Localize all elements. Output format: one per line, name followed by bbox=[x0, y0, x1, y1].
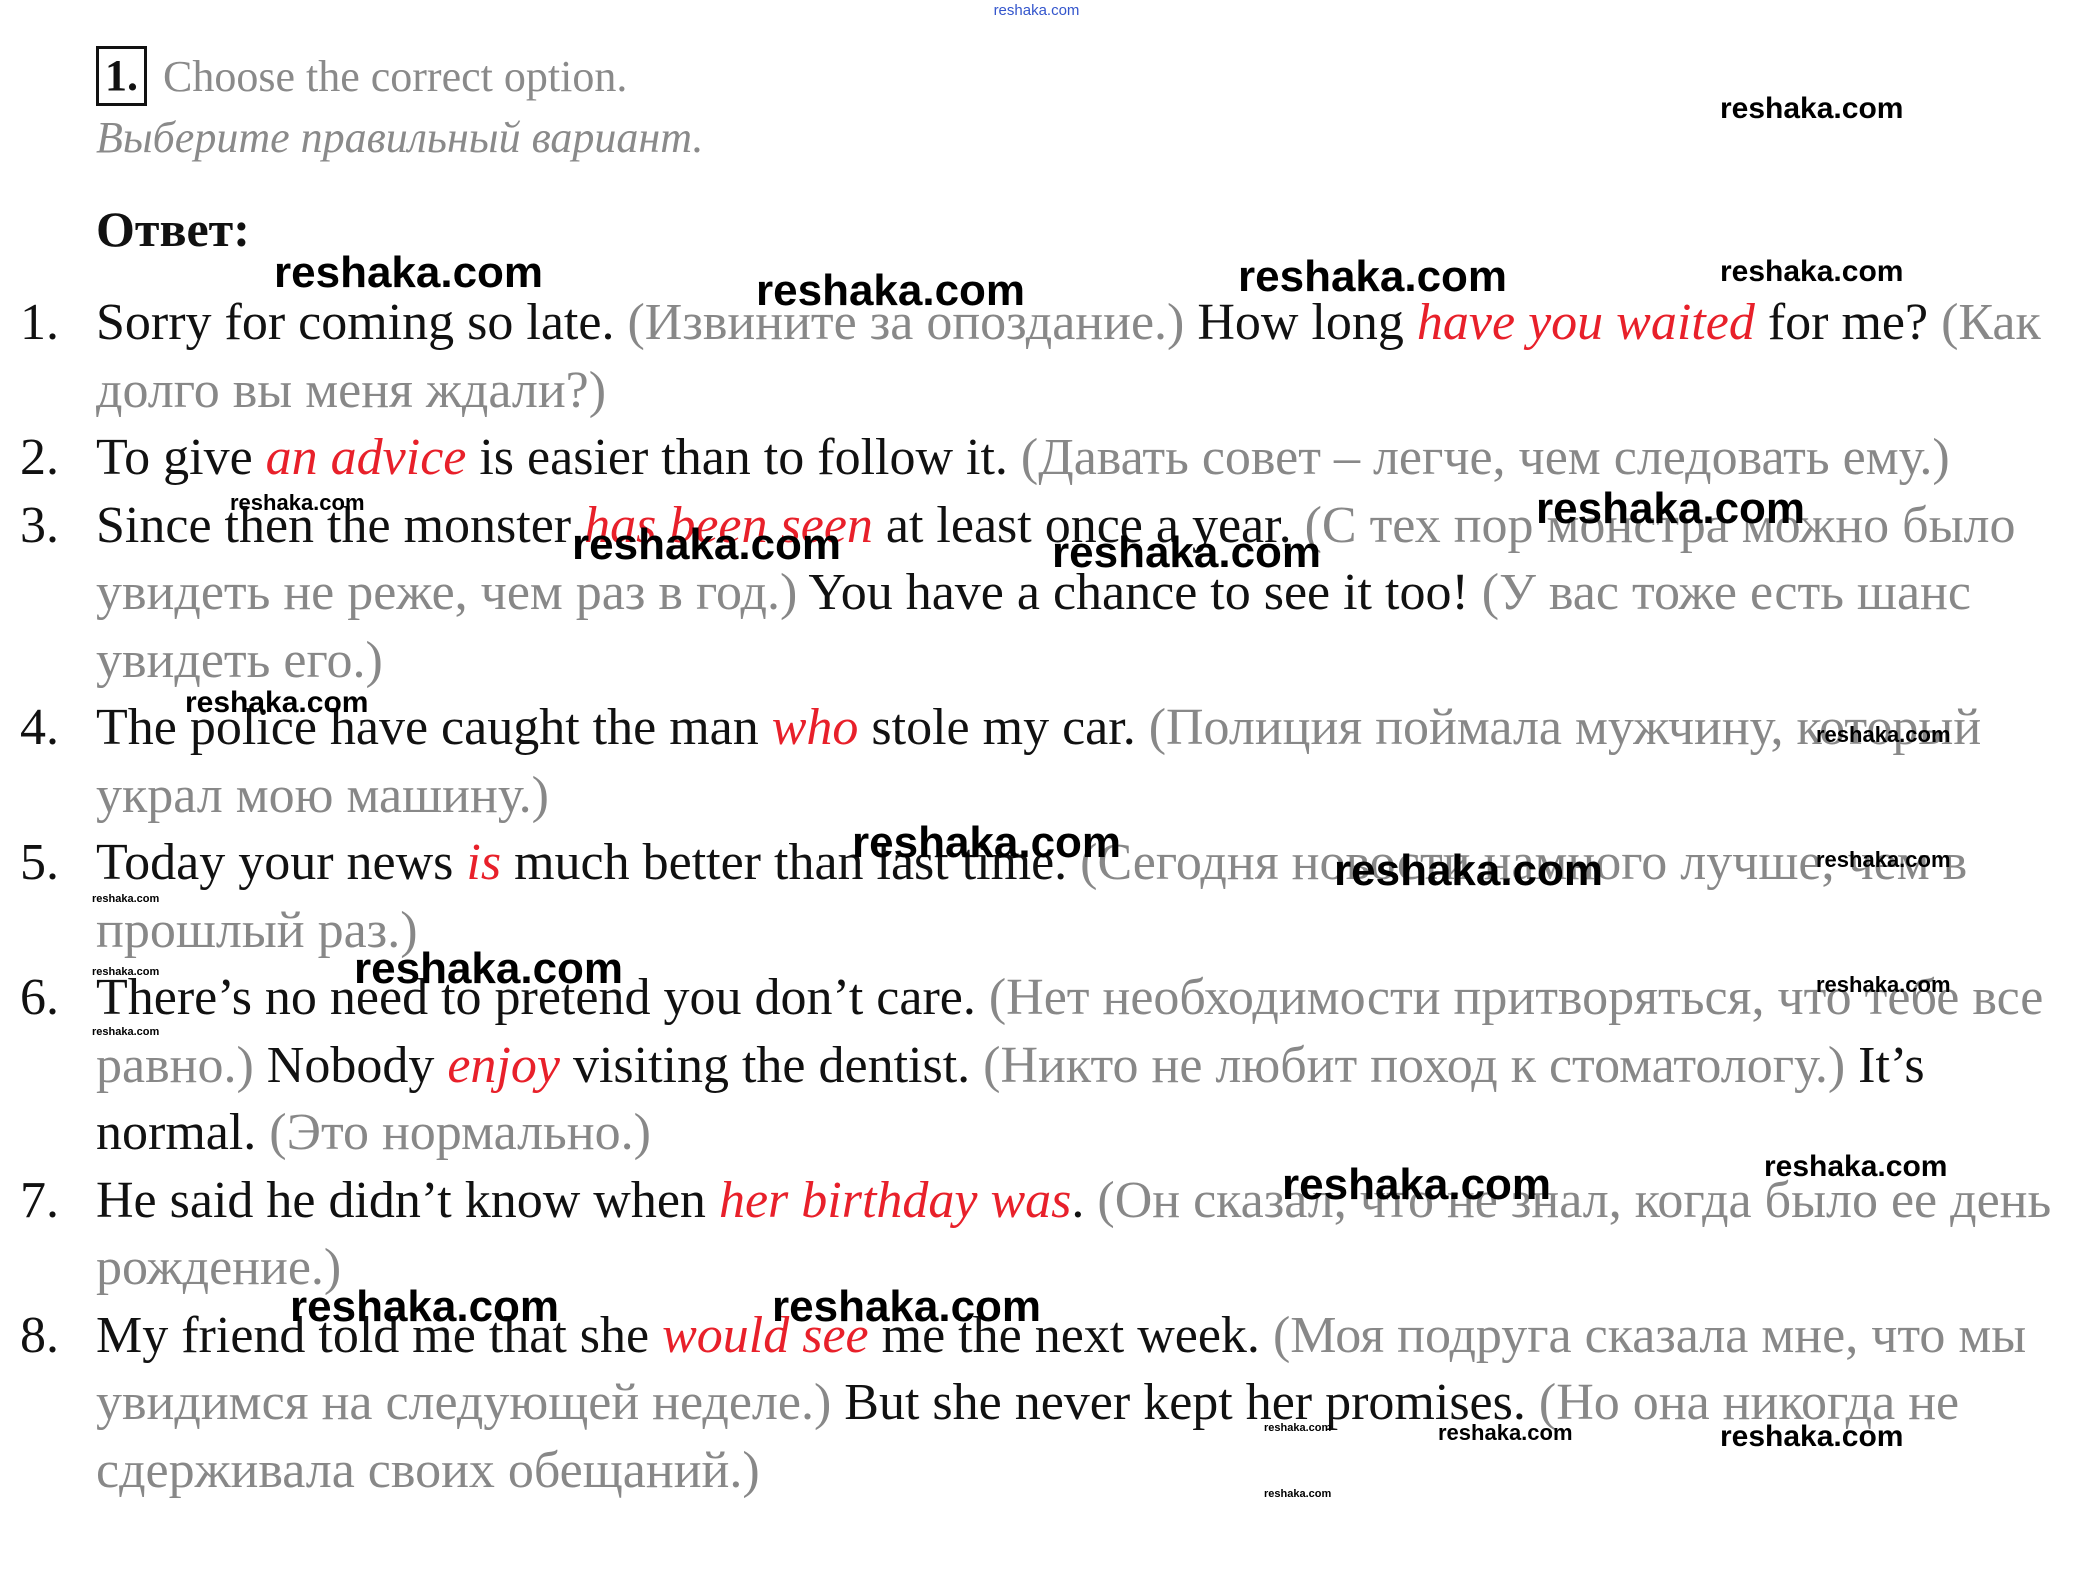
answer-highlight: an advice bbox=[265, 429, 467, 486]
answer-highlight: enjoy bbox=[447, 1036, 560, 1094]
answer-number: 4. bbox=[20, 699, 59, 756]
watermark: reshaka.com bbox=[1264, 1422, 1332, 1434]
watermark: reshaka.com bbox=[1334, 846, 1604, 895]
answer-highlight: who bbox=[771, 699, 859, 756]
watermark: reshaka.com bbox=[1264, 1488, 1332, 1500]
answer-item: 1. Sorry for coming so late. (Извините за… bbox=[20, 289, 2056, 424]
answer-item: 4. The police have caught the man who sto… bbox=[20, 694, 2056, 829]
watermark: reshaka.com bbox=[1720, 1420, 1904, 1453]
watermark: reshaka.com bbox=[1720, 92, 1904, 125]
sentence-text: visiting the dentist. bbox=[559, 1036, 984, 1094]
sentence-text: Sorry for coming so late. bbox=[96, 294, 628, 351]
sentence-text: To give bbox=[96, 429, 266, 486]
answer-item: 2. To give an advice is easier than to fo… bbox=[20, 424, 2056, 492]
watermark: reshaka.com bbox=[1816, 972, 1951, 997]
answer-highlight: have you waited bbox=[1416, 294, 1755, 351]
task-subtitle: Выберите правильный вариант. bbox=[96, 113, 704, 162]
answer-number: 6. bbox=[20, 969, 59, 1026]
watermark: reshaka.com bbox=[230, 490, 365, 515]
answer-number: 2. bbox=[20, 429, 59, 486]
answer-number: 3. bbox=[20, 496, 59, 554]
answer-highlight: her birthday was bbox=[718, 1171, 1072, 1229]
answer-number: 7. bbox=[20, 1171, 59, 1229]
translation-text: (Это нормально.) bbox=[269, 1104, 651, 1161]
task-title: Choose the correct option. bbox=[163, 51, 628, 101]
watermark: reshaka.com bbox=[772, 1282, 1042, 1331]
answer-number: 8. bbox=[20, 1306, 59, 1364]
watermark: reshaka.com bbox=[1282, 1160, 1552, 1209]
task-number: 1. bbox=[96, 46, 147, 106]
watermark: reshaka.com bbox=[92, 966, 160, 978]
watermark: reshaka.com bbox=[572, 520, 842, 569]
watermark: reshaka.com bbox=[354, 944, 624, 993]
watermark: reshaka.com bbox=[274, 248, 544, 297]
answer-item: 6. There’s no need to pretend you don’t c… bbox=[20, 964, 2056, 1167]
watermark: reshaka.com bbox=[852, 818, 1122, 867]
sentence-text: Today your news bbox=[96, 834, 467, 891]
answer-number: 5. bbox=[20, 834, 59, 891]
answer-label: Ответ: bbox=[96, 201, 250, 257]
answer-number: 1. bbox=[20, 294, 59, 351]
sentence-text: is easier than to follow it. bbox=[466, 429, 1021, 486]
watermark: reshaka.com bbox=[92, 893, 160, 905]
translation-text: (Никто не любит поход к стоматологу.) bbox=[983, 1036, 1859, 1094]
watermark: reshaka.com bbox=[1052, 528, 1322, 577]
watermark: reshaka.com bbox=[92, 1026, 160, 1038]
watermark: reshaka.com bbox=[1238, 252, 1508, 301]
top-watermark: reshaka.com bbox=[993, 2, 1080, 19]
watermark: reshaka.com bbox=[290, 1282, 560, 1331]
sentence-text: . bbox=[1071, 1171, 1098, 1229]
sentence-text: But she never kept her promises. bbox=[844, 1374, 1539, 1431]
answer-highlight: is bbox=[466, 834, 502, 891]
watermark: reshaka.com bbox=[756, 266, 1026, 315]
watermark: reshaka.com bbox=[1764, 1150, 1948, 1183]
task-header: 1. Choose the correct option. bbox=[96, 46, 627, 106]
sentence-text: for me? bbox=[1754, 294, 1942, 351]
watermark: reshaka.com bbox=[185, 686, 369, 719]
watermark: reshaka.com bbox=[1438, 1420, 1573, 1445]
sentence-text: Nobody bbox=[266, 1036, 448, 1094]
watermark: reshaka.com bbox=[1720, 255, 1904, 288]
sentence-text: How long bbox=[1197, 294, 1417, 351]
translation-text: (Давать совет – легче, чем следовать ему… bbox=[1020, 429, 1950, 486]
watermark: reshaka.com bbox=[1536, 484, 1806, 533]
sentence-text: stole my car. bbox=[858, 699, 1149, 756]
watermark: reshaka.com bbox=[1816, 722, 1951, 747]
watermark: reshaka.com bbox=[1816, 847, 1951, 872]
sentence-text: He said he didn’t know when bbox=[96, 1171, 719, 1229]
